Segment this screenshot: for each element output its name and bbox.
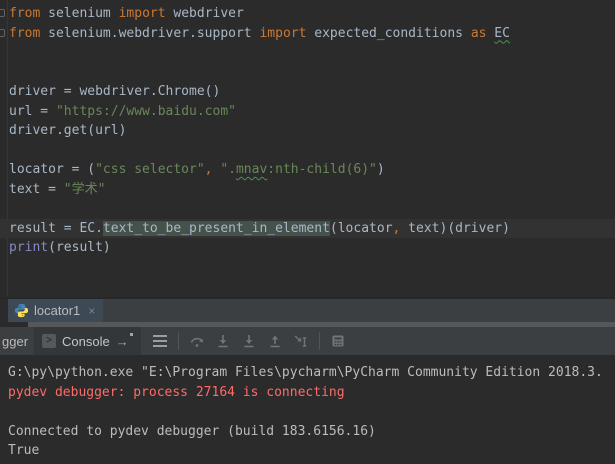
tabbar-left-gap <box>0 299 8 322</box>
fold-marker-icon[interactable] <box>0 29 5 37</box>
code-line: print(result) <box>9 240 111 255</box>
code-line: G:\py\python.exe "E:\Program Files\pycha… <box>8 365 603 380</box>
step-into-icon[interactable] <box>210 329 236 353</box>
code-line: Connected to pydev debugger (build 183.6… <box>8 423 376 439</box>
console-tab-label: Console <box>62 333 110 349</box>
tab-debugger-partial[interactable]: gger <box>0 327 34 355</box>
code-line: locator = ("css selector", ".mnav:nth-ch… <box>9 162 385 177</box>
code-line: result = EC.text_to_be_present_in_elemen… <box>0 218 615 238</box>
fold-marker-icon[interactable] <box>0 9 5 17</box>
step-into-my-code-icon[interactable] <box>236 329 262 353</box>
console-lines: G:\py\python.exe "E:\Program Files\pycha… <box>0 359 615 461</box>
code-line: from selenium import webdriver <box>9 6 244 21</box>
code-line: True <box>8 443 40 458</box>
step-out-icon[interactable] <box>262 329 288 353</box>
code-editor[interactable]: from selenium import webdriver from selen… <box>0 0 615 297</box>
code-line: driver.get(url) <box>9 123 127 138</box>
session-tab-label: locator1 <box>34 303 81 318</box>
console-prompt-icon: > <box>42 334 57 348</box>
code-line: driver = webdriver.Chrome() <box>9 84 221 99</box>
toolbar-separator <box>318 332 320 350</box>
console-output[interactable]: G:\py\python.exe "E:\Program Files\pycha… <box>0 359 615 464</box>
code-line: pydev debugger: process 27164 is connect… <box>8 384 345 400</box>
close-icon[interactable]: × <box>85 304 95 318</box>
code-line: text = "学术" <box>9 181 106 197</box>
layout-menu-icon[interactable] <box>147 329 173 353</box>
debug-toolbar: gger > Console → <box>0 327 615 357</box>
tab-console[interactable]: > Console → <box>34 327 141 355</box>
run-to-cursor-icon[interactable] <box>288 329 314 353</box>
editor-code-lines[interactable]: from selenium import webdriver from selen… <box>0 4 615 258</box>
code-line: from selenium.webdriver.support import e… <box>9 25 510 41</box>
toolbar-separator <box>177 332 179 350</box>
evaluate-expression-icon[interactable] <box>325 329 351 353</box>
python-icon <box>14 303 29 318</box>
pycharm-window: from selenium import webdriver from selen… <box>0 0 615 464</box>
tab-locator1[interactable]: locator1 × <box>8 299 104 322</box>
debug-session-tabbar: locator1 × <box>0 297 615 322</box>
code-line: url = "https://www.baidu.com" <box>9 103 236 119</box>
step-over-icon[interactable] <box>184 329 210 353</box>
scroll-to-end-icon: → <box>116 332 133 348</box>
